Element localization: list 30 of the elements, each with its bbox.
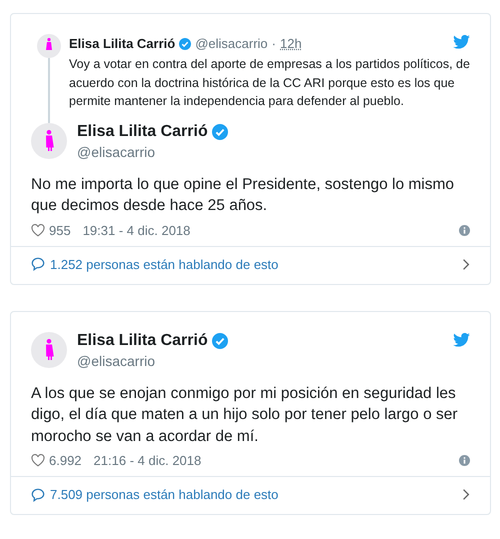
heart-icon[interactable] (31, 454, 45, 467)
info-icon[interactable] (459, 224, 470, 236)
separator-dot: · (272, 36, 276, 52)
bird-icon[interactable] (453, 35, 470, 49)
author-name[interactable]: Elisa Lilita Carrió (69, 36, 176, 52)
conversation-link[interactable]: 1.252 personas están hablando de esto (50, 256, 278, 272)
conversation-link[interactable]: 7.509 personas están hablando de esto (50, 487, 278, 502)
tweet-timestamp[interactable]: 21:16 - 4 dic. 2018 (94, 453, 202, 468)
avatar-figure[interactable] (37, 34, 61, 58)
tweet-text: Voy a votar en contra del aporte de empresas a los partidos políticos, de acuerdo con la doctrina histórica de la CC ARI porque esto es los que permite mantener la independencia para defender al pueblo. (69, 56, 470, 110)
reply-bubble-icon[interactable] (31, 257, 45, 271)
tweet-timestamp[interactable]: 19:31 - 4 dic. 2018 (82, 222, 190, 238)
author-handle[interactable]: @elisacarrio (77, 144, 228, 160)
reply-bubble-icon[interactable] (31, 488, 45, 502)
heart-icon[interactable] (31, 224, 45, 236)
tweet-text: A los que se enojan conmigo por mi posición en seguridad les digo, el día que maten a un hijo solo por tener pelo largo o ser morocho se van a acordar de mí. (31, 384, 459, 446)
avatar-figure[interactable] (31, 123, 67, 159)
info-icon[interactable] (459, 455, 470, 466)
tweet-text: No me importa lo que opine el Presidente, sostengo lo mismo que decimos desde hace 25 años. (31, 174, 456, 216)
author-name[interactable]: Elisa Lilita Carrió (77, 122, 208, 140)
author-name[interactable]: Elisa Lilita Carrió (77, 332, 208, 350)
tweet-time[interactable]: 12h (280, 36, 302, 52)
avatar-figure[interactable] (31, 332, 67, 368)
author-handle[interactable]: @elisacarrio (195, 36, 268, 52)
like-count: 6.992 (49, 453, 82, 468)
author-handle[interactable]: @elisacarrio (77, 352, 228, 368)
bird-icon[interactable] (453, 332, 470, 346)
like-count: 955 (49, 222, 71, 238)
chevron-right-icon[interactable] (462, 488, 470, 501)
chevron-right-icon[interactable] (462, 258, 470, 270)
